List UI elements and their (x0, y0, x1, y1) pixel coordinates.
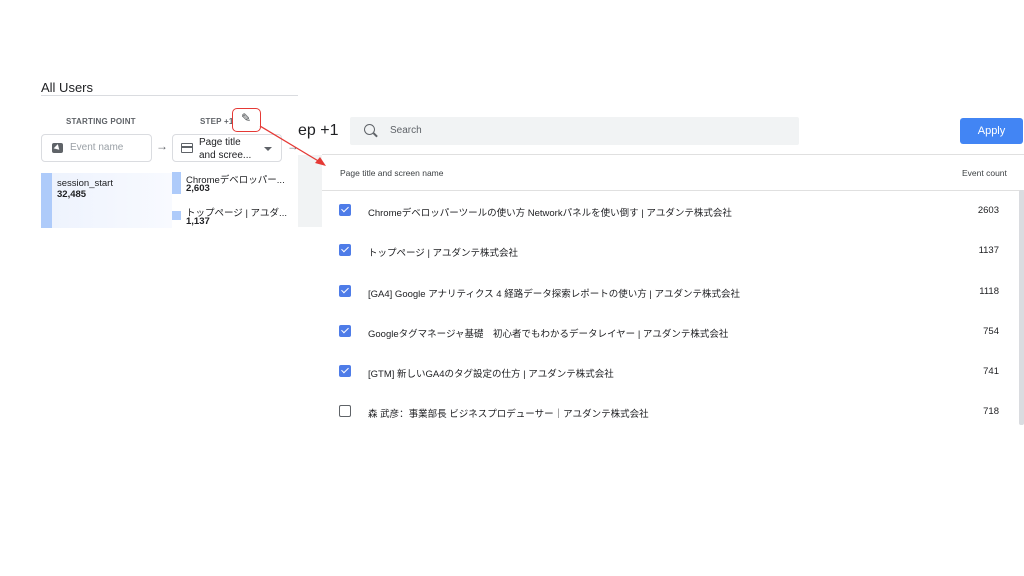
checkbox-checked[interactable] (339, 204, 351, 216)
table-row[interactable]: [GTM] 新しいGA4のタグ設定の仕方 | アユダンテ株式会社 741 (322, 352, 1019, 392)
step-label-line2: and scree... (199, 150, 252, 161)
table-row[interactable]: [GA4] Google アナリティクス 4 経路データ探索レポートの使い方 |… (322, 272, 1019, 312)
search-placeholder: Search (390, 125, 422, 136)
step-node-value: 1,137 (186, 216, 210, 227)
event-icon (52, 143, 63, 153)
row-label: [GTM] 新しいGA4のタグ設定の仕方 | アユダンテ株式会社 (368, 369, 614, 380)
table-row[interactable]: Googleタグマネージャ基礎 初心者でもわかるデータレイヤー | アユダンテ株… (322, 312, 1019, 352)
arrow-right-icon: → (156, 139, 168, 153)
start-node-value: 32,485 (57, 189, 87, 200)
divider (322, 154, 1024, 155)
step-node-value: 2,603 (186, 183, 210, 194)
row-label: [GA4] Google アナリティクス 4 経路データ探索レポートの使い方 |… (368, 289, 740, 300)
row-label: 森 武彦：事業部長 ビジネスプロデューサー｜アユダンテ株式会社 (368, 409, 649, 420)
popup-title: ep +1 (298, 122, 339, 139)
step-header: STEP +1 (200, 117, 234, 126)
event-name-placeholder: Event name (70, 142, 124, 153)
table-row[interactable]: Chromeデベロッパーツールの使い方 Networkパネルを使い倒す | アユ… (322, 191, 1019, 231)
row-count: 1118 (979, 286, 999, 297)
table-row[interactable]: 森 武彦：事業部長 ビジネスプロデューサー｜アユダンテ株式会社 718 (322, 392, 1019, 432)
row-count: 718 (983, 406, 999, 417)
chevron-down-icon (264, 147, 272, 151)
row-label: Googleタグマネージャ基礎 初心者でもわかるデータレイヤー | アユダンテ株… (368, 329, 729, 340)
row-count: 754 (983, 326, 999, 337)
row-label: トップページ | アユダンテ株式会社 (368, 248, 519, 259)
page-icon (181, 143, 193, 153)
column-header-dimension[interactable]: Page title and screen name (340, 168, 443, 178)
checkbox-checked[interactable] (339, 325, 351, 337)
checkbox-unchecked[interactable] (339, 405, 351, 417)
table-row[interactable]: トップページ | アユダンテ株式会社 1137 (322, 231, 1019, 271)
start-node-bar[interactable] (41, 173, 52, 228)
row-count: 1137 (978, 245, 999, 256)
step-node-bar[interactable] (172, 172, 181, 194)
scrollbar[interactable] (1019, 190, 1024, 425)
step-dimension-selector[interactable]: Page title and scree... (172, 134, 282, 162)
start-node-title: session_start (57, 178, 113, 189)
pencil-icon: ✎ (241, 111, 252, 125)
starting-point-selector[interactable]: Event name (41, 134, 152, 162)
search-icon (364, 124, 375, 135)
checkbox-checked[interactable] (339, 365, 351, 377)
row-label: Chromeデベロッパーツールの使い方 Networkパネルを使い倒す | アユ… (368, 208, 732, 219)
segment-label: All Users (41, 80, 94, 95)
edit-step-button[interactable]: ✎ (232, 108, 261, 132)
segment-divider (41, 95, 298, 96)
step-label-line1: Page title (199, 137, 241, 148)
checkbox-checked[interactable] (339, 244, 351, 256)
step-node-bar[interactable] (172, 211, 181, 220)
column-header-metric[interactable]: Event count (962, 168, 1007, 178)
search-input[interactable]: Search (350, 117, 799, 145)
apply-button[interactable]: Apply (960, 118, 1023, 144)
step-dimension-label: Page title and scree... (199, 136, 259, 162)
row-count: 741 (983, 366, 999, 377)
starting-point-header: STARTING POINT (66, 117, 136, 126)
popup-side-strip (298, 155, 322, 227)
row-count: 2603 (977, 205, 999, 216)
checkbox-checked[interactable] (339, 285, 351, 297)
